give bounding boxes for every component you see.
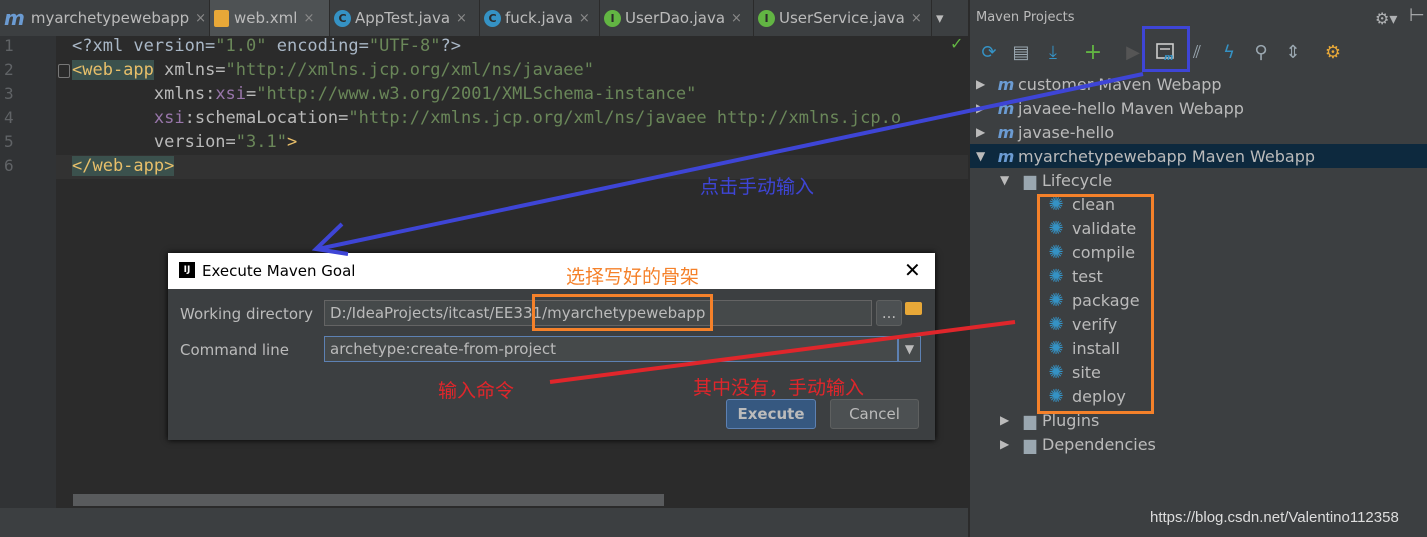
annotation-click-manual: 点击手动输入: [700, 176, 815, 198]
blue-arrow: [317, 72, 1144, 251]
annotation-enter-command: 输入命令: [438, 380, 515, 402]
annotation-none-manual: 其中没有，手动输入: [693, 377, 865, 399]
watermark: https://blog.csdn.net/Valentino112358: [1150, 509, 1399, 526]
annotation-select-archetype: 选择写好的骨架: [566, 266, 700, 288]
annotation-arrows: [311, 72, 1144, 384]
blue-arrowhead: [311, 222, 349, 256]
